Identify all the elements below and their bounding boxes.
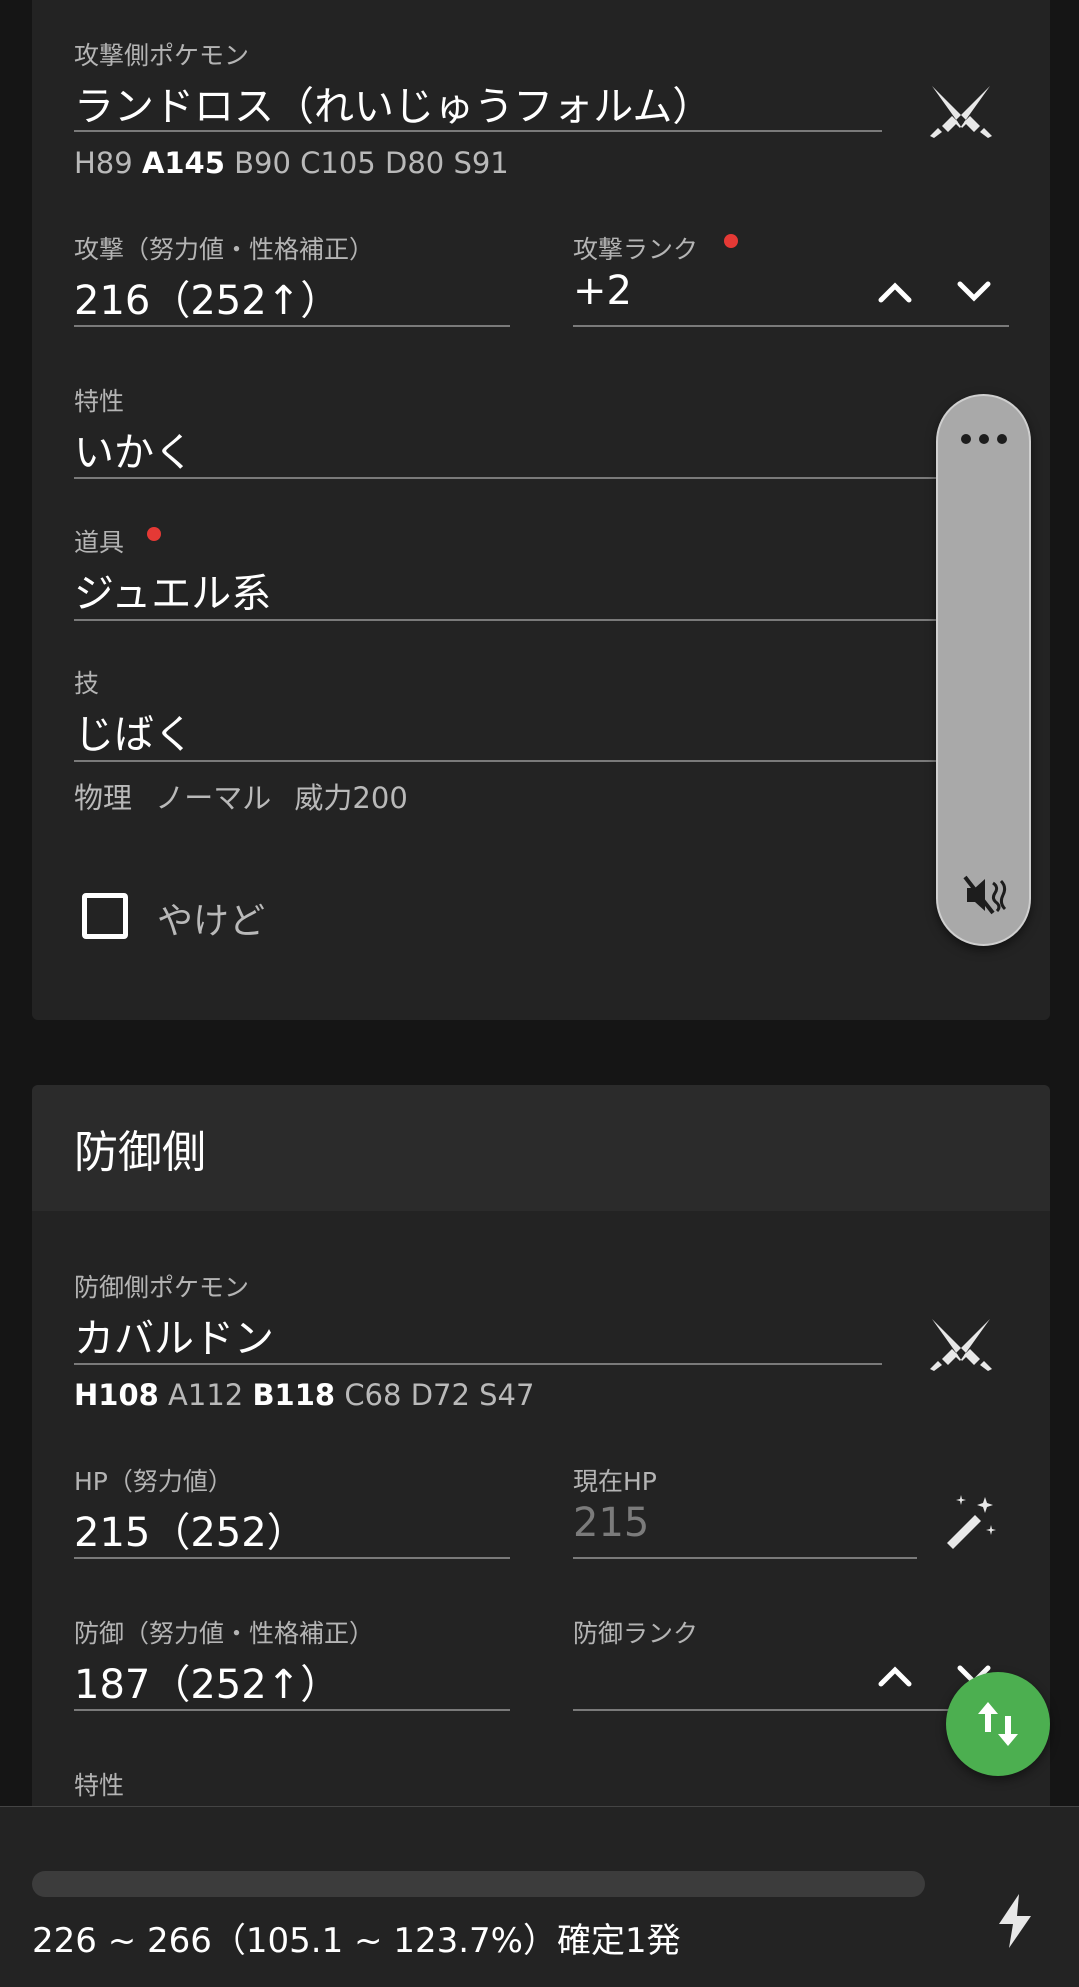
defender-section-title: 防御側 [74,1127,206,1178]
swap-button[interactable] [946,1672,1050,1776]
swap-vertical-icon [974,1698,1022,1750]
stat-h: H108 [74,1378,159,1412]
stat-c: C105 [300,146,376,180]
stat-s: S91 [453,146,509,180]
result-bar: 226 ~ 266（105.1 ~ 123.7%）確定1発 [0,1806,1079,1987]
move-field[interactable]: じばく [74,702,194,760]
flash-icon[interactable] [990,1891,1040,1951]
stat-b: B90 [234,146,291,180]
volume-off-icon[interactable] [962,872,1008,918]
move-label: 技 [74,669,100,698]
magic-wand-icon[interactable] [940,1492,1000,1552]
stat-d: D80 [384,146,445,180]
ability-label: 特性 [74,387,125,416]
move-underline [74,760,944,762]
move-info: 物理 ノーマル 威力200 [74,781,408,815]
burn-label: やけど [157,901,266,942]
current-hp-underline [573,1557,917,1559]
attack-stat-label: 攻撃（努力値・性格補正） [74,235,375,264]
item-field[interactable]: ジュエル系 [74,561,271,619]
more-horiz-icon[interactable] [958,424,1010,454]
item-indicator-dot [147,527,161,541]
chevron-up-icon[interactable] [872,272,918,312]
attack-stat-field[interactable]: 216（252↑） [74,268,340,326]
defense-stat-field[interactable]: 187（252↑） [74,1652,340,1710]
attack-rank-label: 攻撃ランク [573,235,699,264]
damage-progress-bar [32,1871,925,1897]
stat-c: C68 [344,1378,402,1412]
hp-underline [74,1557,510,1559]
floating-side-panel[interactable] [936,394,1031,946]
stat-d: D72 [410,1378,470,1412]
attacker-pokemon-field[interactable]: ランドロス（れいじゅうフォルム） [74,74,712,132]
attacker-base-stats: H89 A145 B90 C105 D80 S91 [74,146,509,180]
stat-b: B118 [252,1378,336,1412]
attack-rank-field[interactable]: +2 [573,268,632,314]
crossed-swords-icon[interactable] [926,1313,996,1373]
defense-rank-label: 防御ランク [573,1619,699,1648]
defender-pokemon-field[interactable]: カバルドン [74,1306,274,1364]
current-hp-field[interactable]: 215 [573,1500,649,1546]
attacker-pokemon-label: 攻撃側ポケモン [74,41,250,70]
defender-ability-label: 特性 [74,1771,125,1800]
stat-h: H89 [74,146,133,180]
item-underline [74,619,944,621]
stat-s: S47 [479,1378,535,1412]
defender-section-header: 防御側 [32,1085,1050,1211]
chevron-up-icon[interactable] [872,1656,918,1696]
attacker-pokemon-underline [74,130,882,132]
current-hp-label: 現在HP [573,1467,657,1496]
chevron-down-icon[interactable] [951,272,997,312]
defender-pokemon-underline [74,1363,882,1365]
hp-field[interactable]: 215（252） [74,1500,307,1558]
attack-stat-underline [74,325,510,327]
attack-rank-underline [573,325,1009,327]
burn-checkbox[interactable] [82,893,128,939]
damage-result-text: 226 ~ 266（105.1 ~ 123.7%）確定1発 [32,1921,681,1961]
crossed-swords-icon[interactable] [926,80,996,140]
ability-underline [74,477,944,479]
ability-field[interactable]: いかく [74,420,194,478]
item-label: 道具 [74,528,125,557]
defender-pokemon-label: 防御側ポケモン [74,1273,250,1302]
defense-rank-underline [573,1709,1009,1711]
damage-progress-fill [32,1871,925,1897]
hp-label: HP（努力値） [74,1467,233,1496]
stat-a: A145 [141,146,225,180]
defense-stat-label: 防御（努力値・性格補正） [74,1619,375,1648]
defender-base-stats: H108 A112 B118 C68 D72 S47 [74,1378,534,1412]
stat-a: A112 [168,1378,244,1412]
defense-stat-underline [74,1709,510,1711]
attack-rank-indicator-dot [724,234,738,248]
